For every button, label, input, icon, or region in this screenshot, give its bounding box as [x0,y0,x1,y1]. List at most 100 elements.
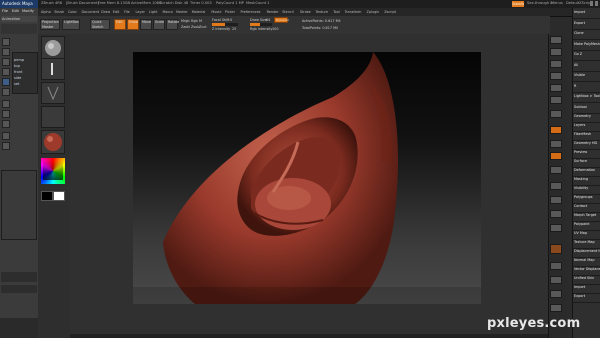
zbrush-menu-layer[interactable]: Layer [136,10,145,14]
draw-button[interactable]: Draw [127,19,139,30]
tray-item-preview[interactable]: Preview [574,150,600,154]
maya-command-line[interactable] [0,318,38,338]
tray-item-subtool[interactable]: Subtool [574,105,600,109]
polyf-icon[interactable] [550,244,562,254]
close-icon[interactable] [595,1,598,6]
zbrush-menu-macro[interactable]: Macro [163,10,173,14]
tray-item-go-z[interactable]: Go Z [574,52,600,56]
document-viewport[interactable] [133,52,481,304]
bpr-icon[interactable] [550,36,562,44]
texture-thumbnail[interactable] [41,106,65,128]
zoom-icon[interactable] [550,72,562,80]
zbrush-menu-zplugin[interactable]: Zplugin [367,10,380,14]
tray-item-masking[interactable]: Masking [574,177,600,181]
rotate-tool-icon[interactable] [2,78,10,86]
maya-menu-file[interactable]: File [2,9,8,13]
tray-item-export[interactable]: Export [574,21,600,25]
sculpted-mesh[interactable] [133,52,481,304]
zbrush-menu-tool[interactable]: Tool [333,10,340,14]
ghost-icon[interactable] [550,276,562,284]
tray-item-export[interactable]: Export [574,294,600,298]
scroll-icon[interactable] [550,60,562,68]
maya-menu-modify[interactable]: Modify [22,9,34,13]
menus-toggle[interactable]: Menus [551,1,563,5]
aahalf-icon[interactable] [550,96,562,104]
zbrush-menu-render[interactable]: Render [267,10,279,14]
focal-shift-slider[interactable] [212,23,238,26]
tray-item-make-polymesh3d[interactable]: Make PolyMesh3D [574,42,600,46]
zbrush-menu-texture[interactable]: Texture [316,10,328,14]
tray-item-visibility[interactable]: Visibility [574,186,600,190]
zbrush-menu-document[interactable]: Document [82,10,100,14]
zbrush-menu-marker[interactable]: Marker [176,10,188,14]
tray-item-all[interactable]: All [574,63,600,67]
xyz-icon[interactable] [550,166,562,174]
tray-item-fibermesh[interactable]: FiberMesh [574,132,600,136]
tray-item-lightbox-tools[interactable]: Lightbox > Tools [574,94,600,98]
move-view-icon[interactable] [550,196,562,204]
tray-item-visible[interactable]: Visible [574,73,600,77]
alpha-thumbnail[interactable] [41,82,65,104]
outliner-item[interactable]: persp [14,58,24,62]
zbrush-menu-brush[interactable]: Brush [55,10,65,14]
tray-item-layers[interactable]: Layers [574,123,600,127]
default-zscript[interactable]: DefaultZScript [566,1,592,5]
maya-range-slider[interactable] [1,285,37,293]
tray-item-unified-skin[interactable]: Unified Skin [574,276,600,280]
rgb-toggle[interactable]: Rgb [191,19,198,23]
tray-item-r[interactable]: R [574,84,600,88]
tray-item-import[interactable]: Import [574,10,600,14]
tray-item-polypaint[interactable]: Polypaint [574,222,600,226]
zcut-toggle[interactable]: Zcut [199,25,207,29]
mrgb-toggle[interactable]: Mrgb [181,19,190,23]
solo-icon[interactable] [550,290,562,298]
frame-icon[interactable] [550,182,562,190]
zbrush-menu-draw[interactable]: Draw [101,10,110,14]
move-tool-icon[interactable] [2,68,10,76]
secondary-color-swatch[interactable] [53,191,65,201]
zbrush-menu-edit[interactable]: Edit [113,10,120,14]
zbrush-menu-movie[interactable]: Movie [211,10,221,14]
projection-master-button[interactable]: Projection Master [40,19,60,30]
move-button[interactable]: Move [140,19,152,30]
outliner-item[interactable]: set [14,82,20,86]
zbrush-menu-alpha[interactable]: Alpha [41,10,51,14]
floor-icon[interactable] [550,126,562,134]
tray-item-surface[interactable]: Surface [574,159,600,163]
scale-button[interactable]: Scale [153,19,165,30]
quicksave-button[interactable]: QuickSave [512,1,524,7]
maya-menu-edit[interactable]: Edit [12,9,19,13]
tray-item-clone[interactable]: Clone [574,31,600,35]
see-through-slider[interactable]: See-through 0 [527,1,553,5]
transp-icon[interactable] [550,262,562,270]
zbrush-menu-color[interactable]: Color [68,10,77,14]
rotate-button[interactable]: Rotate [166,19,179,30]
zbrush-menu-preferences[interactable]: Preferences [241,10,261,14]
graph-layout-icon[interactable] [2,142,10,150]
lsym-icon[interactable] [550,152,562,160]
tray-item-contact[interactable]: Contact [574,204,600,208]
paint-select-icon[interactable] [2,58,10,66]
layout-two-icon[interactable] [2,120,10,128]
zbrush-menu-picker[interactable]: Picker [225,10,235,14]
xpose-icon[interactable] [550,304,562,312]
edit-button[interactable]: Edit [114,19,126,30]
lightbox-button[interactable]: LightBox [62,19,80,30]
outliner-item[interactable]: top [14,64,20,68]
outliner-layout-icon[interactable] [2,132,10,140]
material-thumbnail[interactable] [41,130,65,154]
tray-item-displacement-map[interactable]: Displacement Map [574,249,600,253]
zbrush-menu-material[interactable]: Material [192,10,206,14]
tray-item-vector-displacement[interactable]: Vector Displacement [574,267,600,271]
scale-tool-icon[interactable] [2,88,10,96]
tray-item-uv-map[interactable]: UV Map [574,231,600,235]
tray-item-geometry-hd[interactable]: Geometry HD [574,141,600,145]
m-toggle[interactable]: M [199,19,202,23]
zbrush-menu-stroke[interactable]: Stroke [300,10,311,14]
outliner-item[interactable]: front [14,70,23,74]
tray-item-polygroups[interactable]: Polygroups [574,195,600,199]
zadd-toggle[interactable]: Zadd [181,25,190,29]
actual-icon[interactable] [550,84,562,92]
persp-icon[interactable] [550,110,562,118]
layout-single-icon[interactable] [2,100,10,108]
